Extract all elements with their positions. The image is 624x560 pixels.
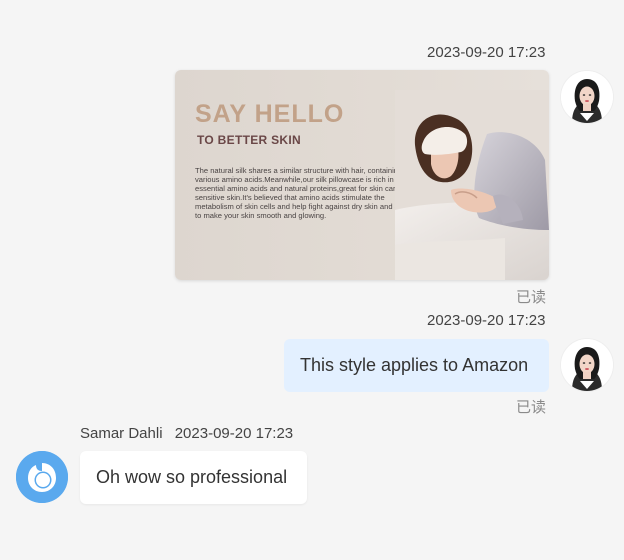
message-text: This style applies to Amazon [300, 355, 529, 375]
user-avatar[interactable] [561, 71, 613, 123]
image-card-subtitle: TO BETTER SKIN [197, 133, 301, 147]
incoming-message-bubble[interactable]: Oh wow so professional [80, 451, 307, 504]
image-card-title: SAY HELLO [195, 100, 345, 128]
product-image-message[interactable]: SAY HELLO TO BETTER SKIN The natural sil… [175, 70, 549, 280]
user-avatar-image [561, 71, 613, 123]
sleeping-woman-illustration [395, 90, 549, 280]
sender-name: Samar Dahli [80, 425, 163, 442]
read-status: 已读 [516, 399, 547, 416]
message-text: Oh wow so professional [96, 467, 288, 487]
outgoing-message-bubble[interactable]: This style applies to Amazon [284, 339, 549, 392]
message-timestamp: 2023-09-20 17:23 [427, 312, 546, 329]
sender-line: Samar Dahli 2023-09-20 17:23 [80, 425, 293, 442]
user-avatar[interactable] [561, 339, 613, 391]
message-timestamp: 2023-09-20 17:23 [174, 425, 294, 442]
user-avatar-image [561, 339, 613, 391]
contact-bubble-icon [16, 451, 68, 503]
image-card-body: The natural silk shares a similar struct… [195, 166, 412, 220]
contact-avatar[interactable] [16, 451, 68, 503]
read-status: 已读 [516, 289, 547, 306]
message-timestamp: 2023-09-20 17:23 [427, 44, 546, 61]
